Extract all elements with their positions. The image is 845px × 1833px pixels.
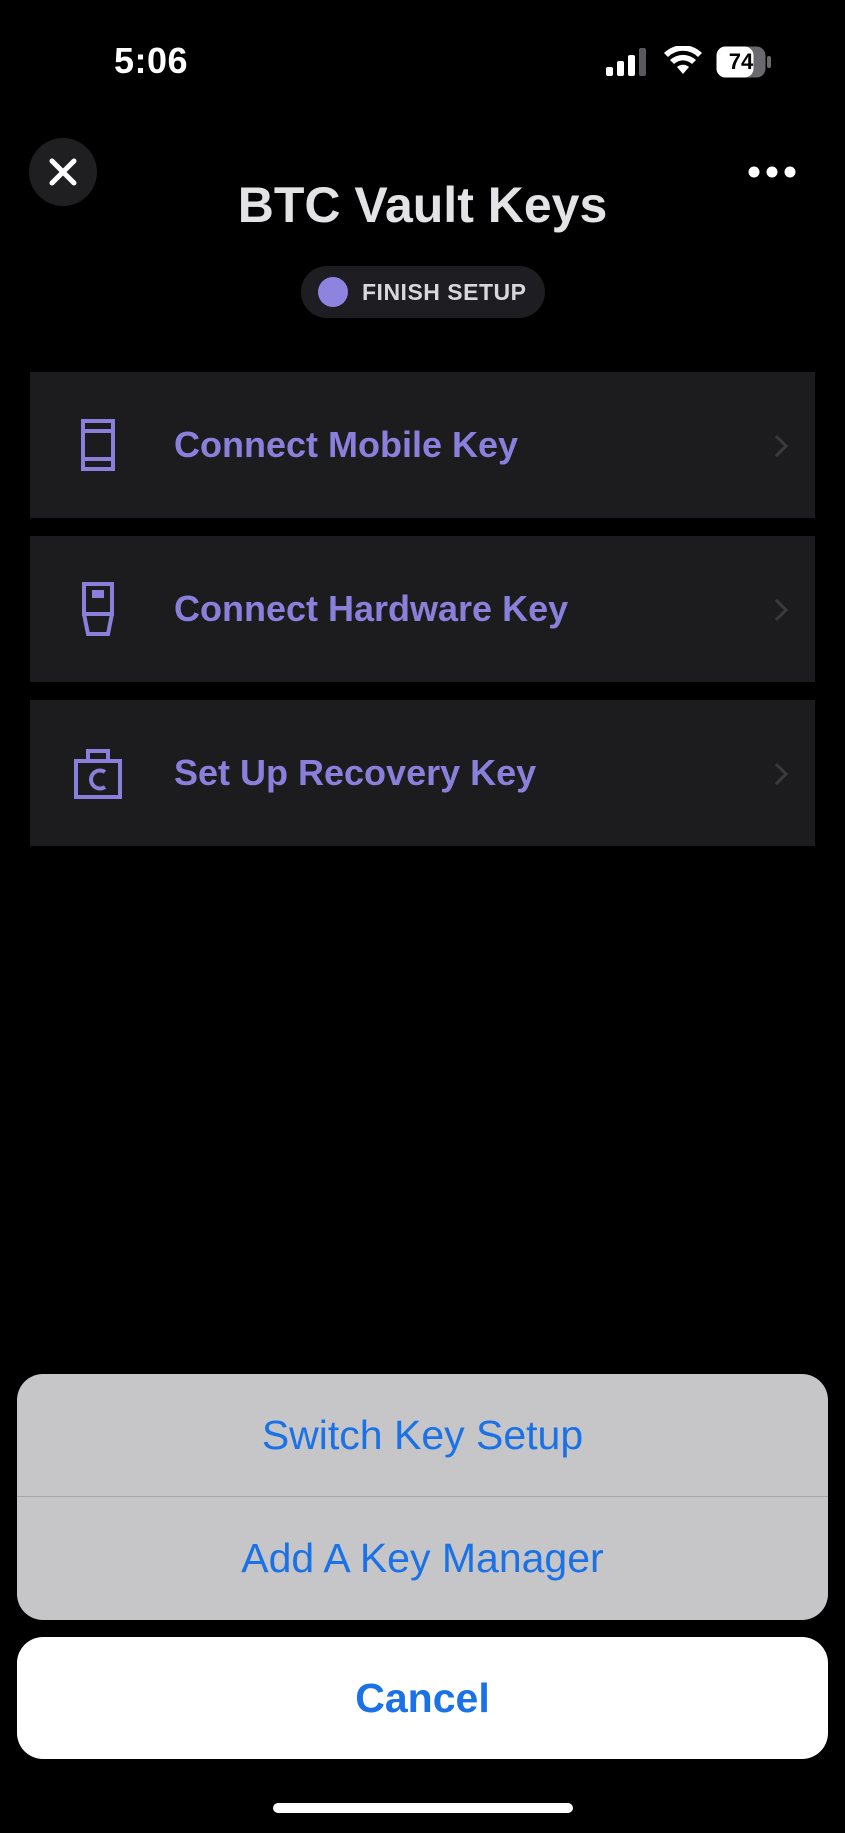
key-label: Connect Mobile Key: [174, 424, 519, 465]
chevron-right-icon: [774, 762, 789, 786]
recovery-key-icon: [74, 749, 122, 799]
status-badge-label: FINISH SETUP: [362, 278, 527, 305]
connect-mobile-key-row[interactable]: Connect Mobile Key: [30, 372, 815, 518]
chevron-right-icon: [774, 434, 789, 458]
add-key-manager-button[interactable]: Add A Key Manager: [17, 1497, 828, 1619]
switch-key-setup-button[interactable]: Switch Key Setup: [17, 1374, 828, 1496]
cancel-button[interactable]: Cancel: [17, 1637, 828, 1759]
status-time: 5:06: [114, 40, 189, 81]
home-indicator[interactable]: [273, 1803, 573, 1813]
key-label: Set Up Recovery Key: [174, 752, 537, 793]
status-dot: [318, 277, 348, 307]
battery-level: 74: [728, 49, 754, 74]
mobile-key-icon: [81, 419, 115, 471]
connect-hardware-key-row[interactable]: Connect Hardware Key: [30, 536, 815, 682]
signal-icon: [606, 48, 646, 76]
status-badge: FINISH SETUP: [301, 266, 545, 318]
key-label: Connect Hardware Key: [174, 588, 569, 629]
set-up-recovery-key-row[interactable]: Set Up Recovery Key: [30, 700, 815, 846]
key-list: Connect Mobile Key Connect Hardware Key …: [30, 372, 815, 864]
chevron-right-icon: [774, 598, 789, 622]
page-title: BTC Vault Keys: [237, 177, 608, 233]
action-sheet: Switch Key Setup Add A Key Manager: [17, 1374, 828, 1620]
wifi-icon: [664, 46, 702, 74]
hardware-key-icon: [82, 582, 114, 636]
